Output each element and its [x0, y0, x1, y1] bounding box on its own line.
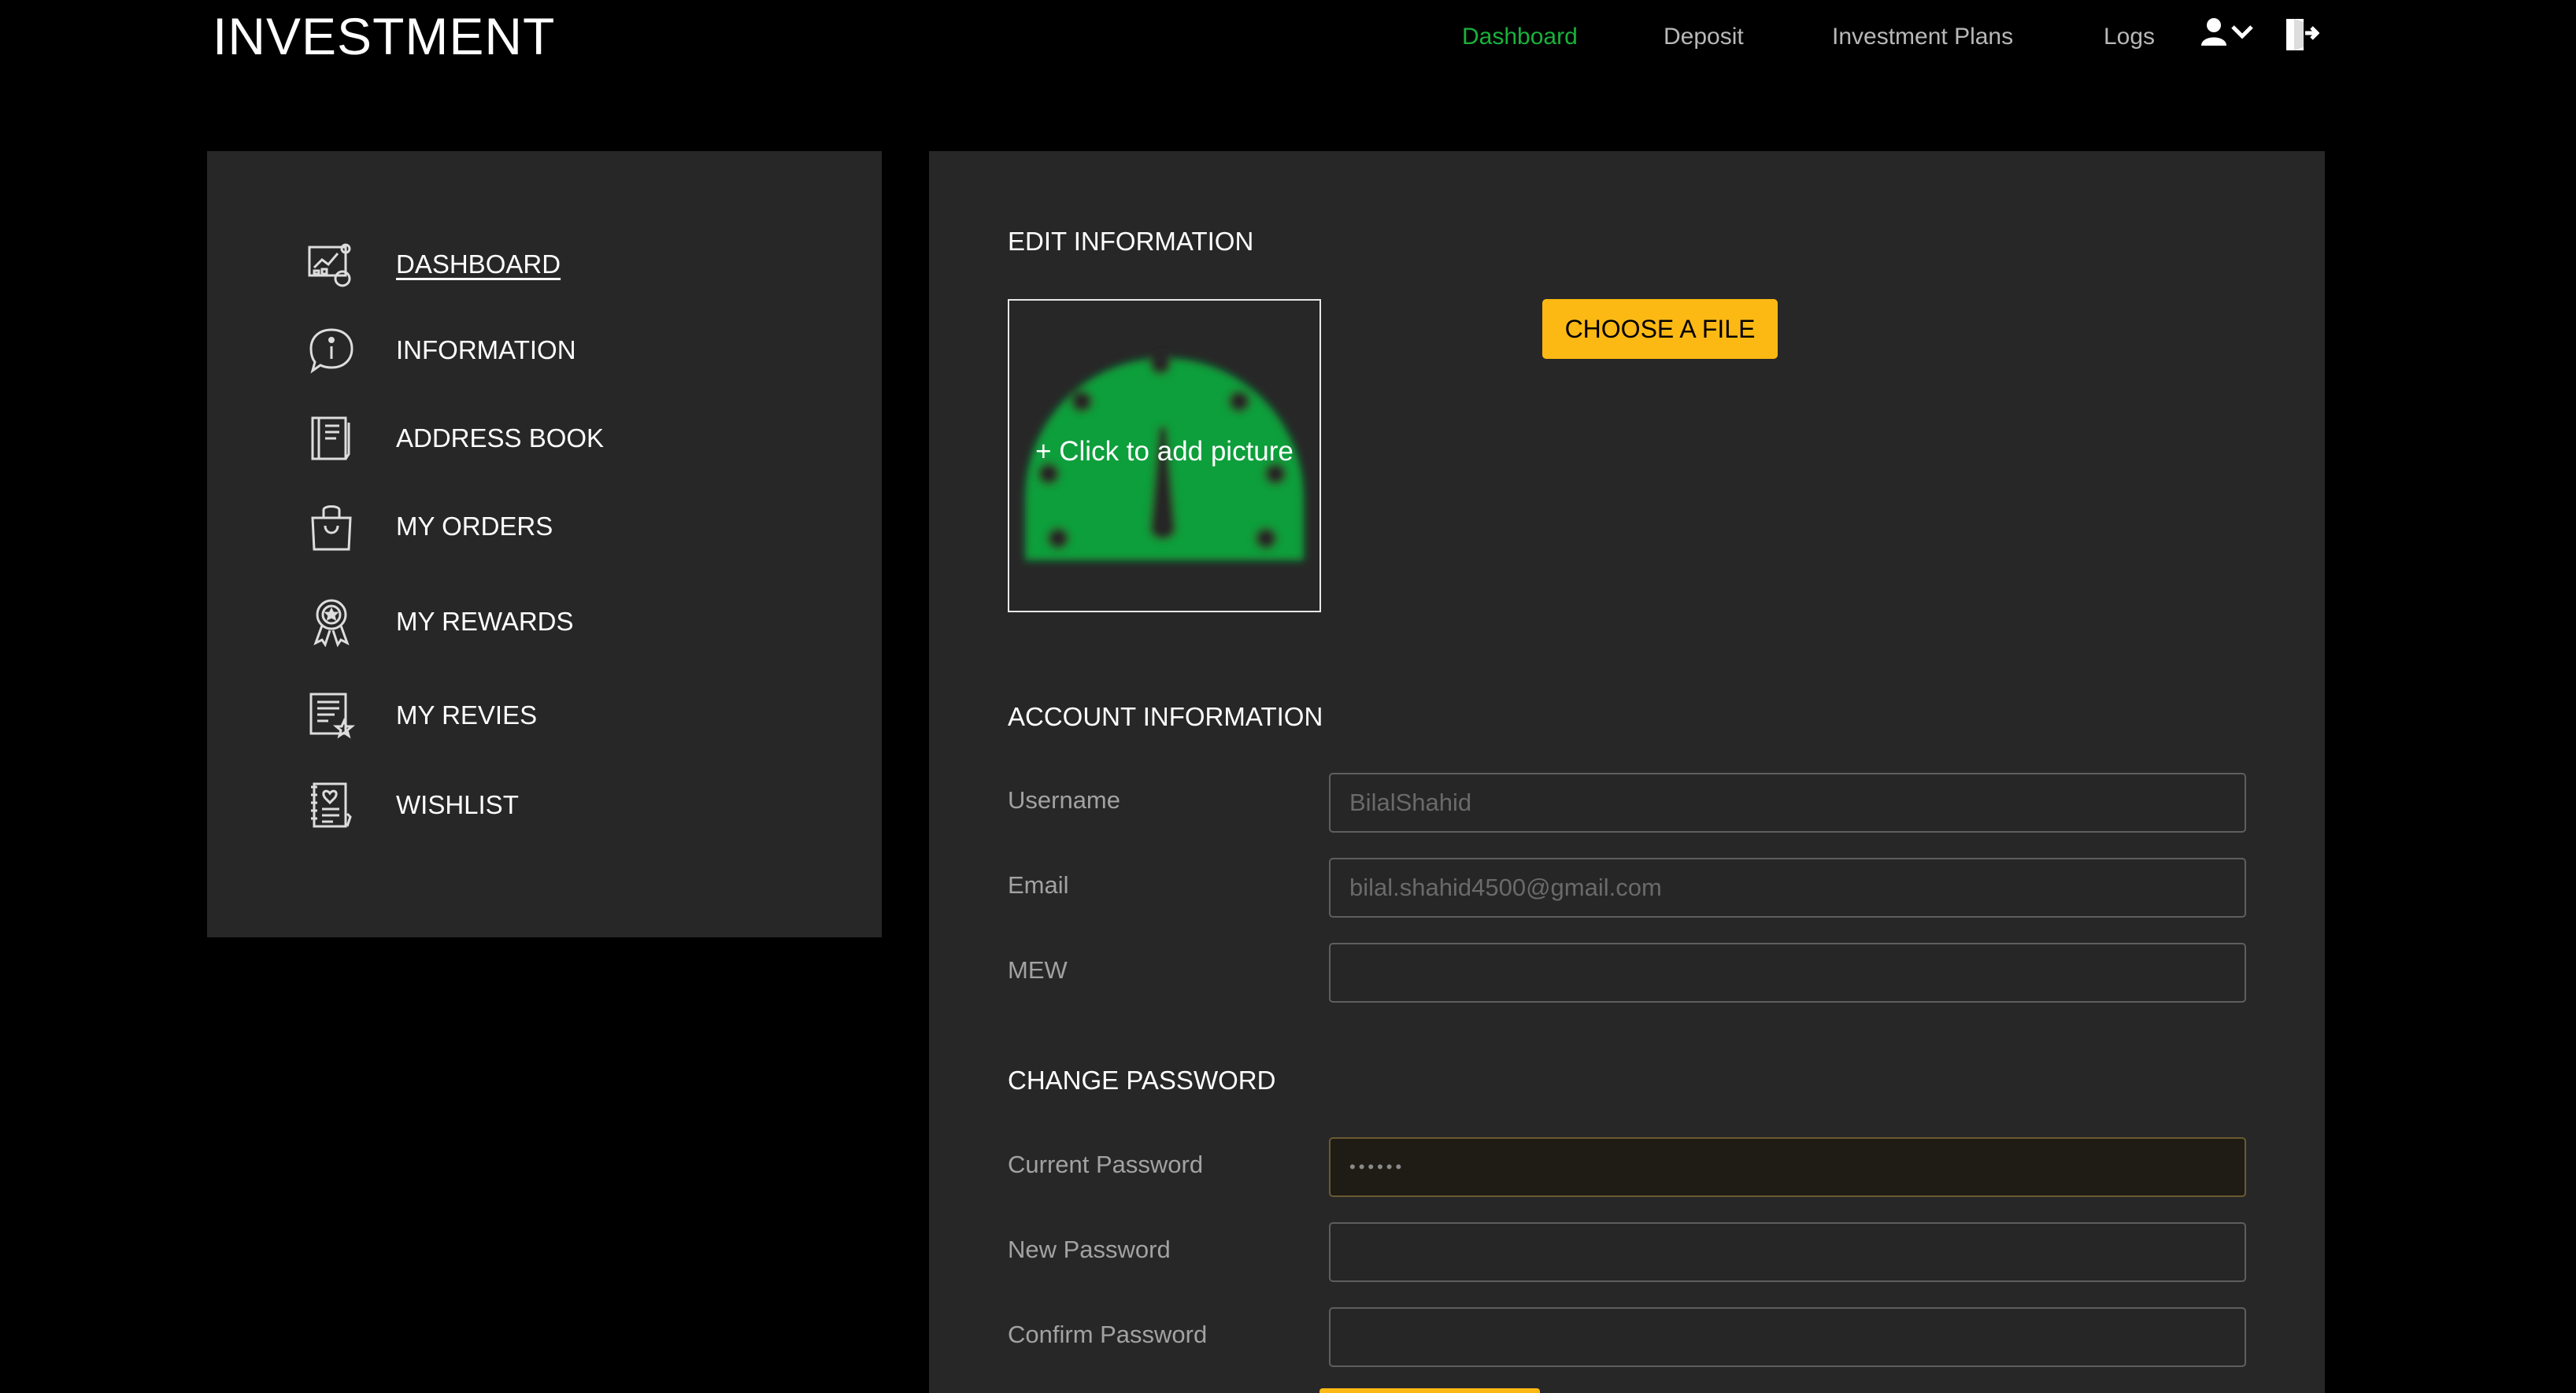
award-icon: [308, 594, 355, 649]
nav-deposit[interactable]: Deposit: [1664, 24, 1744, 50]
nav-investment-plans[interactable]: Investment Plans: [1832, 24, 2013, 50]
mew-input[interactable]: [1329, 943, 2246, 1003]
sidebar-item-label: DASHBOARD: [396, 249, 561, 279]
new-password-input[interactable]: [1329, 1222, 2246, 1282]
profile-picture-upload[interactable]: + Click to add picture: [1008, 299, 1321, 612]
sidebar-item-label: ADDRESS BOOK: [396, 423, 605, 453]
nav-dashboard[interactable]: Dashboard: [1462, 24, 1578, 50]
user-dropdown-icon[interactable]: [2200, 16, 2256, 54]
submit-button-partial[interactable]: [1319, 1388, 1540, 1393]
sidebar-item-my-revies[interactable]: MY REVIES: [308, 688, 537, 743]
new-password-label: New Password: [1008, 1236, 1171, 1263]
brand-title: INVESTMENT: [213, 7, 556, 65]
address-book-icon: [308, 411, 355, 466]
sidebar-item-my-orders[interactable]: MY ORDERS: [308, 499, 553, 554]
sidebar-item-dashboard[interactable]: DASHBOARD: [308, 237, 561, 292]
sidebar-item-label: WISHLIST: [396, 790, 519, 819]
username-input[interactable]: [1329, 773, 2246, 833]
email-label: Email: [1008, 871, 1069, 899]
current-password-label: Current Password: [1008, 1151, 1204, 1178]
sidebar-item-label: MY ORDERS: [396, 512, 553, 541]
change-password-title: CHANGE PASSWORD: [1008, 1066, 1276, 1095]
logout-icon[interactable]: [2283, 16, 2320, 57]
current-password-input[interactable]: [1329, 1137, 2246, 1197]
sidebar-item-label: MY REWARDS: [396, 607, 574, 636]
mew-label: MEW: [1008, 956, 1068, 984]
add-picture-hint: + Click to add picture: [1035, 436, 1294, 467]
confirm-password-input[interactable]: [1329, 1307, 2246, 1367]
sidebar: DASHBOARD INFORMATION ADDRESS BOOK MY OR…: [207, 151, 882, 937]
edit-information-title: EDIT INFORMATION: [1008, 227, 1254, 256]
sidebar-item-wishlist[interactable]: WISHLIST: [308, 778, 519, 833]
edit-panel: EDIT INFORMATION + Click to add picture …: [929, 151, 2325, 1393]
nav-logs[interactable]: Logs: [2104, 24, 2155, 50]
account-information-title: ACCOUNT INFORMATION: [1008, 702, 1323, 731]
sidebar-item-label: INFORMATION: [396, 335, 576, 364]
username-label: Username: [1008, 786, 1120, 814]
confirm-password-label: Confirm Password: [1008, 1321, 1208, 1348]
dashboard-icon: [308, 237, 355, 292]
review-icon: [308, 688, 355, 743]
sidebar-item-my-rewards[interactable]: MY REWARDS: [308, 594, 574, 649]
choose-file-button[interactable]: CHOOSE A FILE: [1542, 299, 1778, 359]
shopping-bag-icon: [308, 499, 355, 554]
info-icon: [308, 323, 355, 378]
email-input[interactable]: [1329, 858, 2246, 918]
sidebar-item-address-book[interactable]: ADDRESS BOOK: [308, 411, 604, 466]
sidebar-item-label: MY REVIES: [396, 700, 538, 730]
sidebar-item-information[interactable]: INFORMATION: [308, 323, 576, 378]
wishlist-icon: [308, 778, 355, 833]
